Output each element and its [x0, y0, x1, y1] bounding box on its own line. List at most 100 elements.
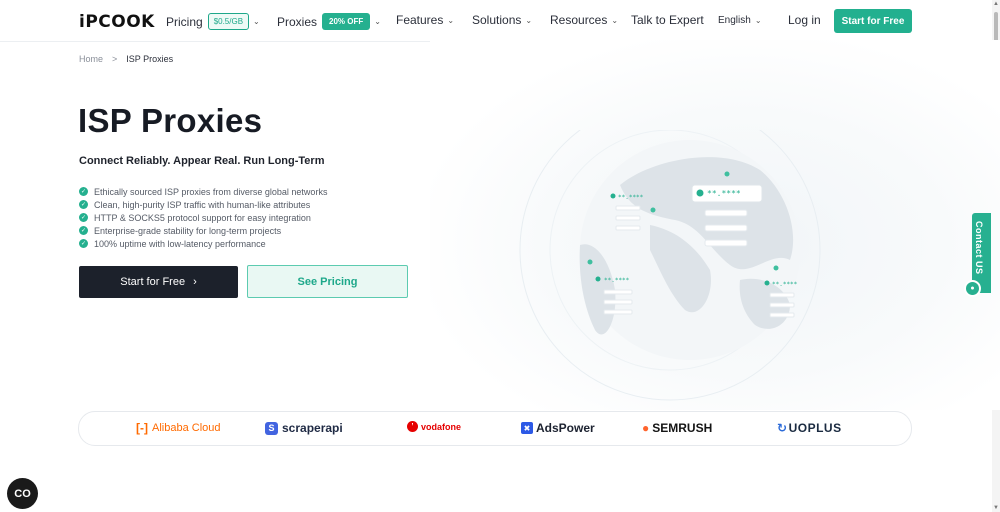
- chevron-down-icon: ⌄: [754, 16, 762, 25]
- duoplus-logo: ↻ UOPLUS: [777, 421, 842, 435]
- breadcrumb-current: ISP Proxies: [126, 54, 174, 64]
- vodafone-icon: ’: [407, 421, 418, 432]
- feature-text: HTTP & SOCKS5 protocol support for easy …: [94, 212, 311, 223]
- check-circle-icon: ✓: [79, 200, 88, 209]
- check-circle-icon: ✓: [79, 226, 88, 235]
- placeholder-bar: [769, 312, 795, 318]
- duoplus-icon: ↻: [777, 421, 788, 435]
- scraperapi-icon: S: [265, 421, 278, 435]
- cookie-icon: CO: [14, 487, 31, 500]
- placeholder-bar: [769, 292, 795, 298]
- chevron-right-icon: ›: [193, 276, 197, 288]
- top-navigation: iPCOOK Pricing $0.5/GB ⌄ Proxies 20% OFF…: [0, 0, 1000, 42]
- vodafone-name: vodafone: [421, 421, 462, 432]
- nav-proxies[interactable]: Proxies 20% OFF ⌄: [277, 13, 381, 30]
- ip-label: **.****: [707, 189, 741, 198]
- adspower-icon: ✖: [521, 422, 533, 434]
- breadcrumb-separator-icon: >: [112, 54, 118, 64]
- nav-pricing-label: Pricing: [166, 14, 203, 29]
- placeholder-bar: [704, 239, 748, 247]
- scraperapi-name: scraperapi: [282, 421, 343, 435]
- list-item: ✓ Enterprise-grade stability for long-te…: [79, 224, 327, 237]
- scraperapi-logo: S scraperapi: [265, 421, 343, 435]
- chat-icon[interactable]: ●: [964, 280, 981, 297]
- feature-text: Ethically sourced ISP proxies from diver…: [94, 186, 328, 197]
- check-circle-icon: ✓: [79, 187, 88, 196]
- adspower-name: AdsPower: [536, 421, 595, 435]
- login-link[interactable]: Log in: [788, 13, 821, 27]
- placeholder-bar: [615, 205, 641, 211]
- list-item: ✓ HTTP & SOCKS5 protocol support for eas…: [79, 211, 327, 224]
- see-pricing-button[interactable]: See Pricing: [247, 265, 408, 298]
- alibaba-cloud-name: Alibaba Cloud: [152, 422, 221, 434]
- placeholder-bar: [704, 209, 748, 217]
- location-dot: [724, 171, 730, 177]
- duoplus-name: UOPLUS: [788, 421, 842, 435]
- language-label: English: [718, 15, 751, 26]
- ip-label: **.****: [604, 277, 630, 284]
- list-item: ✓ Ethically sourced ISP proxies from div…: [79, 185, 327, 198]
- placeholder-bar: [769, 302, 795, 308]
- placeholder-bar: [704, 224, 748, 232]
- nav-features-label: Features: [396, 13, 444, 27]
- cookie-settings-button[interactable]: CO: [7, 478, 38, 509]
- nav-solutions[interactable]: Solutions ⌄: [472, 13, 532, 27]
- location-pin-icon: [610, 193, 616, 199]
- feature-text: Clean, high-purity ISP traffic with huma…: [94, 199, 311, 210]
- placeholder-bar: [615, 215, 641, 221]
- placeholder-bar: [603, 309, 633, 315]
- placeholder-bar: [603, 299, 633, 305]
- pricing-badge: $0.5/GB: [207, 13, 250, 30]
- partner-logos-strip: [-] Alibaba Cloud S scraperapi ’ vodafon…: [78, 411, 912, 446]
- nav-features[interactable]: Features ⌄: [396, 13, 454, 27]
- feature-text: Enterprise-grade stability for long-term…: [94, 225, 282, 236]
- nav-pricing[interactable]: Pricing $0.5/GB ⌄: [166, 13, 260, 30]
- start-for-free-button[interactable]: Start for Free ›: [79, 266, 238, 298]
- location-pin-icon: [595, 276, 601, 282]
- check-circle-icon: ✓: [79, 239, 88, 248]
- location-dot: [587, 259, 593, 265]
- nav-talk-to-expert[interactable]: Talk to Expert: [631, 13, 704, 27]
- scroll-down-icon[interactable]: ▼: [993, 505, 999, 511]
- feature-list: ✓ Ethically sourced ISP proxies from div…: [79, 185, 327, 250]
- chevron-down-icon: ⌄: [447, 15, 455, 25]
- ip-label: **.****: [772, 281, 798, 288]
- vodafone-logo: ’ vodafone: [407, 421, 461, 432]
- start-for-free-label: Start for Free: [120, 276, 186, 288]
- semrush-icon: ●: [642, 421, 650, 435]
- proxies-discount-badge: 20% OFF: [322, 13, 371, 30]
- header-start-free-button[interactable]: Start for Free: [834, 9, 912, 33]
- language-selector[interactable]: English ⌄: [718, 15, 762, 26]
- nav-resources-label: Resources: [550, 13, 608, 27]
- feature-text: 100% uptime with low-latency performance: [94, 238, 266, 249]
- breadcrumb: Home > ISP Proxies: [79, 54, 173, 64]
- location-dot: [773, 265, 779, 271]
- breadcrumb-home[interactable]: Home: [79, 54, 103, 64]
- placeholder-bar: [603, 289, 633, 295]
- alibaba-cloud-logo: [-] Alibaba Cloud: [136, 421, 221, 435]
- page-title: ISP Proxies: [78, 102, 263, 139]
- location-pin-icon: [764, 280, 770, 286]
- placeholder-bar: [615, 225, 641, 231]
- semrush-logo: ● SEMRUSH: [642, 421, 712, 435]
- nav-solutions-label: Solutions: [472, 13, 522, 27]
- hero-subtitle: Connect Reliably. Appear Real. Run Long-…: [79, 155, 325, 167]
- semrush-name: SEMRUSH: [652, 421, 713, 435]
- chevron-down-icon: ⌄: [525, 15, 533, 25]
- alibaba-icon: [-]: [136, 421, 148, 435]
- check-circle-icon: ✓: [79, 213, 88, 222]
- contact-us-label: Contact US: [974, 221, 984, 275]
- list-item: ✓ Clean, high-purity ISP traffic with hu…: [79, 198, 327, 211]
- location-dot: [650, 207, 656, 213]
- scroll-up-icon[interactable]: ▲: [993, 1, 999, 7]
- nav-proxies-label: Proxies: [277, 14, 318, 29]
- location-pin-icon: [696, 189, 704, 197]
- globe-illustration: **.**** **.**** **.**** **.****: [519, 130, 821, 401]
- ip-label: **.****: [618, 194, 644, 201]
- nav-resources[interactable]: Resources ⌄: [550, 13, 618, 27]
- chevron-down-icon: ⌄: [374, 17, 381, 26]
- ipcook-logo[interactable]: iPCOOK: [79, 12, 155, 32]
- adspower-logo: ✖ AdsPower: [521, 421, 595, 435]
- nav-talk-to-expert-label: Talk to Expert: [631, 13, 704, 27]
- chevron-down-icon: ⌄: [611, 15, 619, 25]
